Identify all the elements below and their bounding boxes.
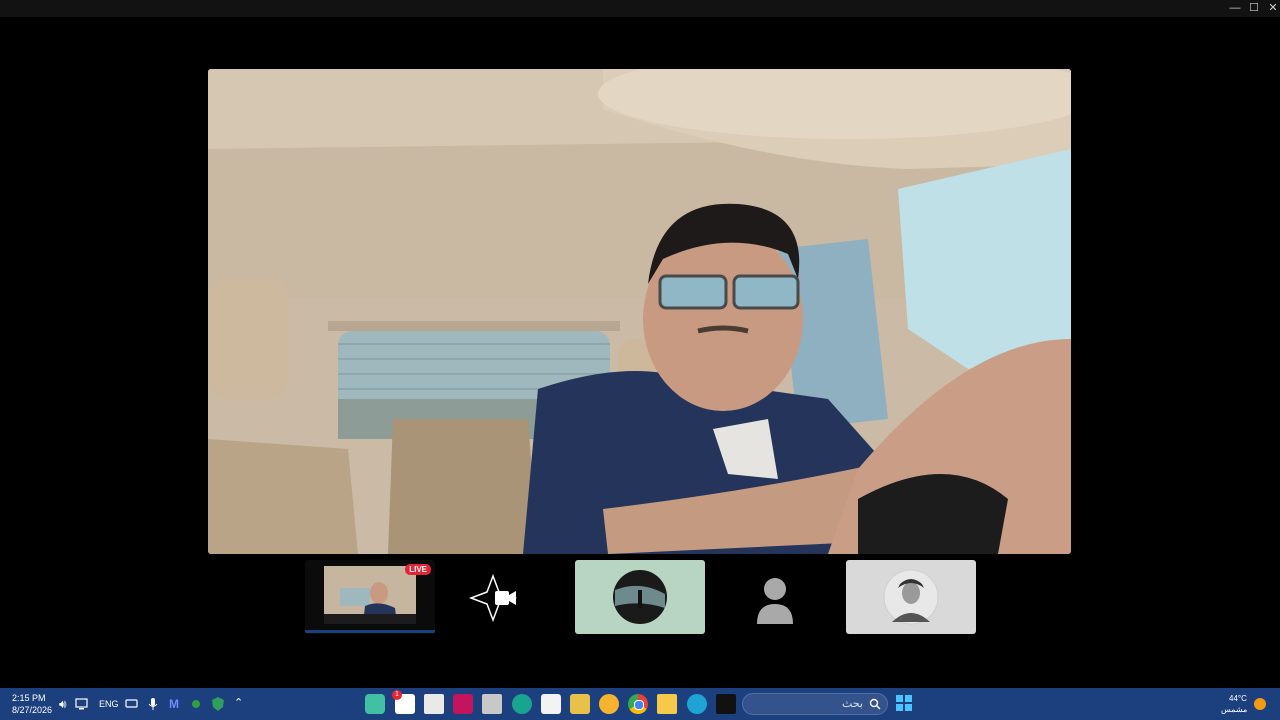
green-status-icon[interactable]: [190, 694, 210, 714]
clock-date[interactable]: 8/27/2026: [12, 705, 52, 715]
app-icon-teal[interactable]: [512, 694, 532, 714]
edge-icon[interactable]: [687, 694, 707, 714]
app-icon-terminal[interactable]: [716, 694, 736, 714]
person-icon: [757, 578, 793, 624]
security-icon[interactable]: [210, 694, 230, 714]
volume-icon[interactable]: 🔊︎: [59, 697, 67, 712]
participant-tile-photo[interactable]: [575, 560, 705, 634]
search-box[interactable]: بحث: [742, 693, 888, 715]
microsoft-store-icon[interactable]: [541, 694, 561, 714]
sun-icon[interactable]: [1252, 694, 1272, 714]
participant-tile-no-photo[interactable]: [710, 560, 840, 634]
chrome-icon[interactable]: [628, 694, 648, 714]
app-icon-store-green[interactable]: [365, 694, 385, 714]
file-explorer-icon[interactable]: [657, 694, 677, 714]
window-titlebar: — ☐ ✕: [0, 0, 1280, 17]
participant-tile-video-off[interactable]: [441, 560, 571, 634]
participant-tile-portrait[interactable]: [846, 560, 976, 634]
video-frame: [208, 69, 1071, 554]
keyboard-icon[interactable]: [125, 694, 145, 714]
notification-count: 1: [392, 690, 402, 700]
app-icon-red[interactable]: [453, 694, 473, 714]
live-badge: LIVE: [405, 564, 431, 575]
close-button[interactable]: ✕: [1262, 0, 1280, 17]
app-icon-solitaire[interactable]: [570, 694, 590, 714]
app-icon-editor[interactable]: [424, 694, 444, 714]
main-video-feed[interactable]: [208, 69, 1071, 554]
clock-time[interactable]: 2:15 PM: [12, 693, 46, 703]
meet-app-icon[interactable]: M: [169, 697, 179, 711]
search-icon: [869, 698, 881, 710]
chevron-up-icon[interactable]: ⌃: [234, 696, 243, 709]
participant-tile-self[interactable]: LIVE: [305, 560, 435, 634]
weather-description[interactable]: مشمس: [1221, 705, 1247, 714]
language-indicator[interactable]: ENG: [99, 699, 119, 709]
participant-avatar: [613, 570, 667, 624]
app-icon-notes[interactable]: 1: [392, 690, 415, 714]
video-camera-icon: [468, 573, 518, 623]
microphone-icon[interactable]: [147, 694, 167, 714]
taskbar: 2:15 PM 8/27/2026 🔊︎ ENG M ⌃ 1 بحث 44°C …: [0, 688, 1280, 720]
portrait-avatar: [883, 569, 939, 625]
weather-temp[interactable]: 44°C: [1229, 694, 1247, 703]
start-button[interactable]: [895, 694, 915, 714]
calculator-icon[interactable]: [482, 694, 502, 714]
search-placeholder: بحث: [842, 698, 863, 710]
app-icon-chat[interactable]: [599, 694, 619, 714]
network-icon[interactable]: [75, 694, 95, 714]
